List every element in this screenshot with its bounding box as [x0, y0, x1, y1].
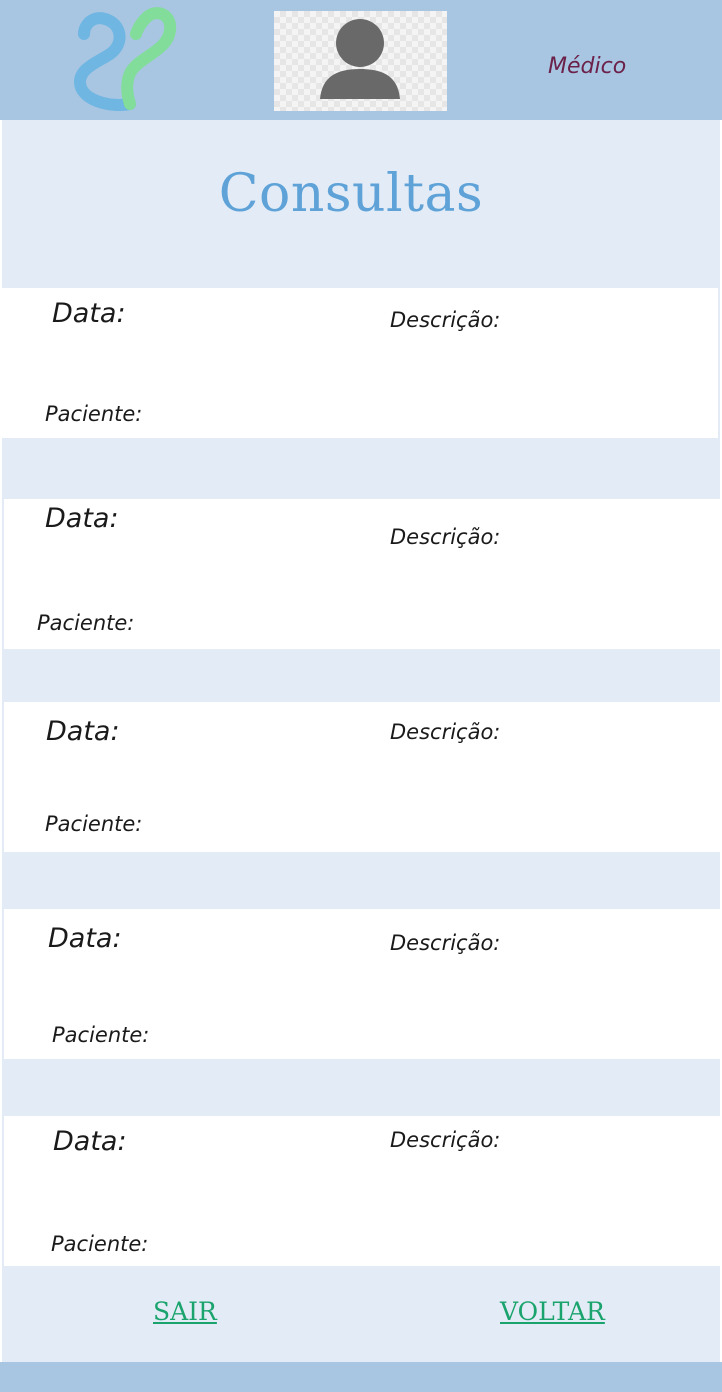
footer-bar — [0, 1362, 722, 1392]
user-placeholder-icon — [320, 19, 400, 99]
data-label: Data: — [45, 503, 119, 534]
consultation-card[interactable]: Data: Descrição: Paciente: — [4, 909, 720, 1059]
header-bar: Médico — [0, 0, 722, 120]
data-label: Data: — [52, 298, 126, 329]
consultation-card[interactable]: Data: Descrição: Paciente: — [2, 288, 718, 438]
data-label: Data: — [46, 716, 120, 747]
consultation-card[interactable]: Data: Descrição: Paciente: — [4, 499, 720, 649]
page-title: Consultas — [218, 164, 484, 224]
paciente-label: Paciente: — [51, 1232, 149, 1256]
sair-link[interactable]: SAIR — [153, 1297, 217, 1326]
avatar[interactable] — [274, 11, 447, 111]
heart-s-logo-icon — [73, 7, 177, 111]
paciente-label: Paciente: — [52, 1023, 150, 1047]
paciente-label: Paciente: — [37, 611, 135, 635]
user-role-label: Médico — [548, 54, 627, 79]
consultation-card[interactable]: Data: Descrição: Paciente: — [4, 702, 720, 852]
descricao-label: Descrição: — [390, 525, 501, 549]
descricao-label: Descrição: — [390, 308, 501, 332]
voltar-link[interactable]: VOLTAR — [500, 1297, 605, 1326]
descricao-label: Descrição: — [390, 931, 501, 955]
data-label: Data: — [53, 1126, 127, 1157]
descricao-label: Descrição: — [390, 720, 501, 744]
paciente-label: Paciente: — [45, 812, 143, 836]
consultation-card[interactable]: Data: Descrição: Paciente: — [4, 1116, 720, 1266]
descricao-label: Descrição: — [390, 1128, 501, 1152]
data-label: Data: — [48, 923, 122, 954]
paciente-label: Paciente: — [45, 402, 143, 426]
